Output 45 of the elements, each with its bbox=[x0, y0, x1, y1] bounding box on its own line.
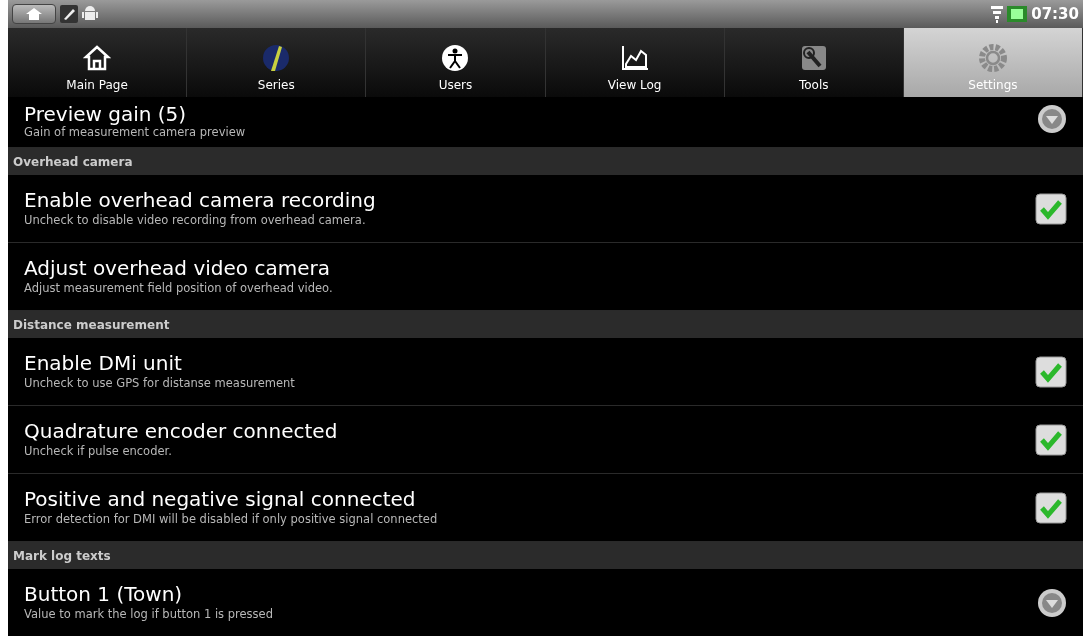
setting-title: Preview gain (5) bbox=[24, 103, 188, 124]
battery-icon bbox=[1007, 6, 1028, 22]
section-header: Mark log texts bbox=[8, 542, 1083, 569]
setting-title: Positive and negative signal connected bbox=[24, 486, 417, 511]
setting-title: Quadrature encoder connected bbox=[24, 418, 339, 443]
settings-item[interactable]: Button 1 (Town) Value to mark the log if button 1 is pressed bbox=[8, 569, 1083, 636]
setting-summary: Uncheck to use GPS for distanse measurement bbox=[24, 374, 296, 392]
checkbox[interactable] bbox=[1035, 355, 1067, 388]
checkbox[interactable] bbox=[1035, 192, 1067, 225]
tab[interactable]: Series bbox=[187, 28, 367, 97]
dropdown-icon[interactable] bbox=[1037, 104, 1067, 134]
clock-time: 07:30 bbox=[1031, 3, 1079, 25]
tab[interactable]: Main Page bbox=[8, 28, 188, 97]
home-button[interactable] bbox=[12, 4, 56, 24]
setting-title: Enable overhead camera recording bbox=[24, 187, 377, 212]
wrench-icon bbox=[799, 44, 828, 72]
setting-summary: Error detection for DMI will be disabled if only positive signal connected bbox=[24, 510, 439, 528]
setting-summary: Uncheck to disable video recording from overhead camera. bbox=[24, 211, 367, 229]
setting-title: Adjust overhead video camera bbox=[24, 255, 331, 280]
settings-item[interactable]: Enable DMi unit Uncheck to use GPS for distanse measurement bbox=[8, 338, 1083, 406]
tab[interactable]: View Log bbox=[545, 28, 725, 97]
setting-title: Enable DMi unit bbox=[24, 350, 183, 375]
gear-icon bbox=[978, 44, 1007, 72]
tab[interactable]: Tools bbox=[724, 28, 904, 97]
home-icon bbox=[26, 8, 42, 20]
settings-item[interactable]: Enable overhead camera recording Uncheck to disable video recording from overhead camera. bbox=[8, 175, 1083, 243]
wifi-icon bbox=[991, 5, 1004, 23]
globe-icon bbox=[262, 44, 291, 72]
setting-summary: Gain of measurement camera preview bbox=[24, 124, 247, 141]
setting-summary: Value to mark the log if button 1 is pressed bbox=[24, 605, 274, 623]
setting-summary: Uncheck if pulse encoder. bbox=[24, 442, 173, 460]
android-icon bbox=[82, 5, 98, 23]
checkbox[interactable] bbox=[1035, 423, 1067, 456]
checkbox[interactable] bbox=[1035, 491, 1067, 524]
setting-summary: Adjust measurement field position of overhead video. bbox=[24, 279, 334, 297]
section-header: Distance measurement bbox=[8, 311, 1083, 338]
dropdown-icon[interactable] bbox=[1037, 587, 1067, 618]
setting-title: Button 1 (Town) bbox=[24, 581, 184, 606]
tab[interactable]: Users bbox=[366, 28, 546, 97]
section-header: Overhead camera bbox=[8, 148, 1083, 175]
settings-item[interactable]: Quadrature encoder connected Uncheck if pulse encoder. bbox=[8, 406, 1083, 474]
pen-icon bbox=[60, 5, 78, 23]
person-icon bbox=[441, 44, 470, 72]
line-chart-icon bbox=[620, 44, 649, 72]
home-icon bbox=[83, 44, 112, 72]
